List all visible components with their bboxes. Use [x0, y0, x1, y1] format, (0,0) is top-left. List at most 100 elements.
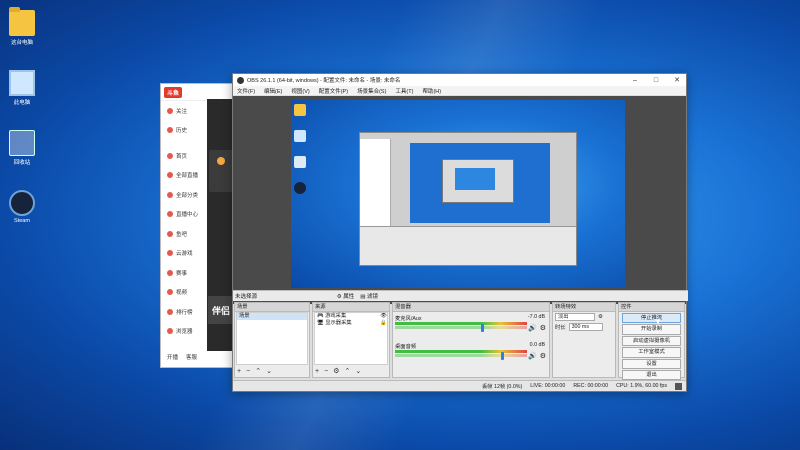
filters-button[interactable]: ▤ 滤镜 [360, 292, 378, 300]
properties-button[interactable]: ⚙ 属性 [337, 292, 354, 300]
app-logo: 斗鱼 [164, 86, 183, 98]
move-up-icon[interactable]: ⌃ [344, 367, 350, 375]
studio-mode-button[interactable]: 工作室模式 [622, 347, 681, 358]
dock-toolbar: + − ⚙ ⌃ ⌄ [315, 366, 361, 376]
desktop-icon-label: 回收站 [13, 160, 31, 166]
desktop-icon-label: 此电脑 [13, 100, 31, 106]
menu-profile[interactable]: 配置文件(P) [319, 87, 348, 95]
obs-logo-icon [237, 76, 244, 84]
dropped-frames: 丢帧 12帧 (0.0%) [481, 384, 523, 390]
stream-health-icon [675, 382, 682, 390]
preview-area[interactable] [233, 96, 686, 304]
nested-canvas-deep [455, 168, 495, 190]
duration-input[interactable]: 300 ms [568, 323, 603, 331]
menu-view[interactable]: 视图(V) [291, 87, 309, 95]
category-icon [167, 191, 173, 198]
status-bar: 丢帧 12帧 (0.0%) LIVE: 00:00:00 REC: 00:00:… [233, 380, 686, 391]
home-icon [167, 152, 173, 159]
remove-icon[interactable]: − [246, 368, 250, 375]
title-bar: OBS 26.1.1 (64-bit, windows) - 配置文件: 未命名… [233, 74, 686, 86]
desktop-icon-label: 这台电脑 [10, 40, 33, 46]
computer-icon [294, 130, 306, 142]
nested-docks [360, 226, 576, 265]
mixer-track: 麦克风/Aux -7.0 dB 🔊 ⚙ [393, 314, 549, 334]
sources-dock: 来源 🎮 游戏采集 👁 🖥 显示器采集 🔒 + − ⚙ ⌃ ⌄ [312, 302, 390, 378]
source-item[interactable]: 🎮 游戏采集 👁 [315, 313, 387, 320]
stream-thumb[interactable] [209, 170, 233, 192]
go-live-link[interactable]: 开播 [167, 353, 178, 361]
start-recording-button[interactable]: 开始录制 [622, 324, 681, 335]
scene-list[interactable]: 场景 [236, 312, 308, 365]
nested-window [442, 159, 514, 203]
lock-icon[interactable]: 🔒 [380, 320, 387, 327]
minimize-button[interactable]: – [626, 77, 644, 84]
desktop-icon-recycle-bin[interactable]: 回收站 [4, 130, 40, 166]
volume-meter [395, 326, 527, 329]
desktop-icon-steam[interactable]: Steam [4, 190, 40, 224]
add-icon[interactable]: + [315, 368, 319, 375]
settings-button[interactable]: 设置 [622, 358, 681, 369]
gear-icon[interactable]: ⚙ [333, 367, 339, 375]
gear-icon[interactable]: ⚙ [540, 324, 546, 332]
obs-window: OBS 26.1.1 (64-bit, windows) - 配置文件: 未命名… [232, 73, 688, 392]
menu-file[interactable]: 文件(F) [237, 87, 255, 95]
track-db: 0.0 dB [529, 342, 545, 348]
move-down-icon[interactable]: ⌄ [355, 367, 361, 375]
gear-icon[interactable]: ⚙ [540, 352, 546, 360]
add-icon[interactable]: + [237, 368, 241, 375]
steam-icon [294, 182, 306, 194]
stop-streaming-button[interactable]: 停止推流 [622, 313, 681, 324]
source-list[interactable]: 🎮 游戏采集 👁 🖥 显示器采集 🔒 [314, 312, 388, 365]
volume-slider[interactable] [501, 352, 504, 360]
service-link[interactable]: 客服 [186, 353, 197, 361]
maximize-button[interactable]: □ [647, 77, 665, 84]
nested-app-sidebar [360, 139, 391, 227]
heart-icon [167, 107, 173, 114]
menu-bar: 文件(F) 编辑(E) 视图(V) 配置文件(P) 场景集合(S) 工具(T) … [233, 86, 686, 95]
volume-meter [395, 350, 527, 353]
recycle-bin-icon [9, 130, 35, 156]
dock-toolbar: + − ⌃ ⌄ [237, 366, 272, 376]
preview-canvas[interactable] [291, 100, 625, 288]
gear-icon[interactable]: ⚙ [598, 314, 603, 320]
source-item[interactable]: 🖥 显示器采集 🔒 [315, 320, 387, 327]
cpu-fps: CPU: 1.9%, 60.00 fps [616, 383, 667, 389]
dock-title: 控件 [619, 303, 684, 312]
transition-select[interactable]: 淡出 [555, 313, 595, 321]
volume-meter [395, 322, 527, 325]
menu-tools[interactable]: 工具(T) [395, 87, 413, 95]
ranking-icon [167, 308, 173, 315]
exit-button[interactable]: 退出 [622, 369, 681, 381]
volume-meter [395, 354, 527, 357]
center-icon [167, 211, 173, 218]
source-toolbar: 未选择源 ⚙ 属性 ▤ 滤镜 [233, 290, 688, 301]
avatar [217, 157, 225, 165]
menu-edit[interactable]: 编辑(E) [264, 87, 282, 95]
live-icon [167, 172, 173, 179]
menu-help[interactable]: 帮助(H) [422, 87, 441, 95]
eye-icon[interactable]: 👁 [380, 313, 387, 320]
folder-user-icon [9, 7, 35, 36]
no-source-label: 未选择源 [235, 294, 258, 300]
close-button[interactable]: ✕ [668, 76, 686, 84]
desktop-icon-user-folder[interactable]: 这台电脑 [4, 7, 40, 46]
virtual-camera-button[interactable]: 启动虚拟摄像机 [622, 335, 681, 347]
remove-icon[interactable]: − [324, 368, 328, 375]
clock-icon [167, 127, 173, 134]
speaker-icon[interactable]: 🔊 [528, 324, 537, 332]
scene-item[interactable]: 场景 [237, 313, 307, 320]
transition-row: 淡出 ⚙ [553, 312, 615, 322]
duration-label: 时长 [555, 325, 566, 331]
move-down-icon[interactable]: ⌄ [266, 367, 272, 375]
volume-slider[interactable] [481, 324, 484, 332]
desktop-icon-computer[interactable]: 此电脑 [4, 70, 40, 106]
recycle-bin-icon [294, 156, 306, 168]
mixer-track: 桌面音频 0.0 dB 🔊 ⚙ [393, 342, 549, 362]
menu-scene-collection[interactable]: 场景集合(S) [357, 87, 386, 95]
banner-text: 伴侣 [208, 296, 234, 324]
video-icon [167, 289, 173, 296]
scenes-dock: 场景 场景 + − ⌃ ⌄ [234, 302, 310, 378]
trophy-icon [167, 269, 173, 276]
move-up-icon[interactable]: ⌃ [255, 367, 261, 375]
speaker-icon[interactable]: 🔊 [528, 352, 537, 360]
